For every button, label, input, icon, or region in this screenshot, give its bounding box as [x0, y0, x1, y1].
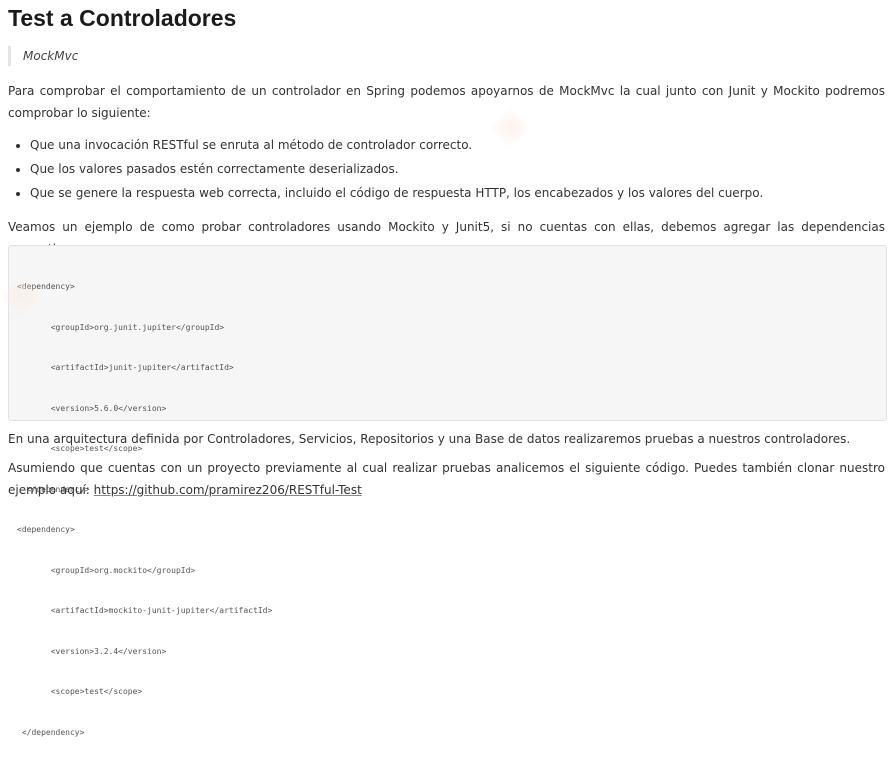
code-line: <version>5.6.0</version>: [17, 403, 167, 413]
github-link[interactable]: https://github.com/pramirez206/RESTful-T…: [94, 483, 362, 497]
code-line: <version>3.2.4</version>: [17, 646, 167, 656]
closing-paragraph: Asumiendo que cuentas con un proyecto pr…: [8, 457, 885, 501]
list-item: Que los valores pasados estén correctame…: [30, 158, 763, 182]
list-item: Que una invocación RESTful se enruta al …: [30, 134, 763, 158]
intro-paragraph: Para comprobar el comportamiento de un c…: [8, 84, 885, 120]
code-line: <artifactId>mockito-junit-jupiter</artif…: [17, 606, 273, 615]
code-block[interactable]: <dependency> <groupId>org.junit.jupiter<…: [8, 245, 887, 737]
feature-list: Que una invocación RESTful se enruta al …: [8, 134, 763, 206]
code-line: <dependency>: [17, 282, 75, 291]
code-line: <groupId>org.junit.jupiter</groupId>: [17, 322, 225, 332]
blockquote: MockMvc: [8, 46, 78, 66]
list-item: Que se genere la respuesta web correcta,…: [30, 182, 763, 206]
architecture-paragraph: En una arquitectura definida por Control…: [8, 432, 851, 446]
code-line: <dependency>: [17, 525, 75, 534]
code-line: </dependency>: [17, 727, 85, 737]
code-line: <artifactId>junit-jupiter</artifactId>: [17, 363, 234, 372]
page-title: Test a Controladores: [8, 5, 237, 31]
code-line: <groupId>org.mockito</groupId>: [17, 565, 196, 575]
code-line: <scope>test</scope>: [17, 687, 143, 696]
